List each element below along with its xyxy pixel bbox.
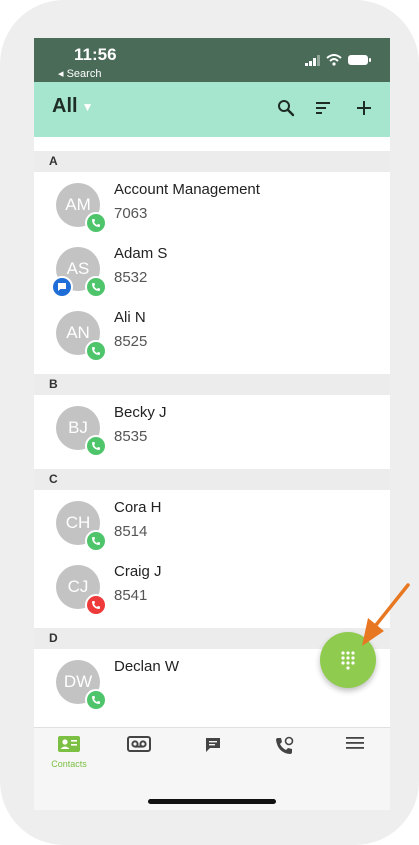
annotation-arrow-icon — [362, 583, 410, 646]
